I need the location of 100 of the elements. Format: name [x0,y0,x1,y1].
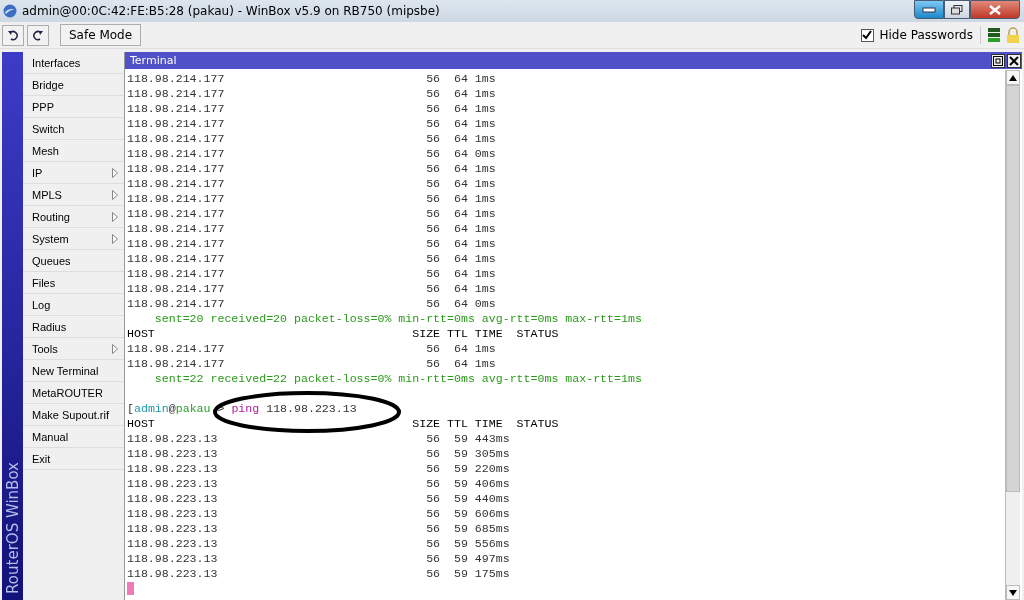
ttl-text: 59 [452,476,468,491]
host-text: 118.98.223.13 [127,476,219,491]
size-text: 56 [425,431,441,446]
column-header: STATUS [516,416,559,431]
scroll-down-icon[interactable] [1009,589,1017,596]
menu-item[interactable]: MPLS [23,184,124,206]
time-text: 497ms [474,551,510,566]
close-button[interactable] [970,0,1020,19]
undo-icon [7,29,19,41]
size-text: 56 [425,491,441,506]
terminal-title: Terminal [130,54,177,67]
host-text: 118.98.214.177 [127,86,226,101]
scroll-up-icon[interactable] [1009,74,1017,81]
host-text: 118.98.214.177 [127,146,226,161]
status-bars-icon [988,28,1000,42]
menu-item[interactable]: Tools [23,338,124,360]
size-text: 56 [425,446,441,461]
time-text: 1ms [474,86,497,101]
ttl-text: 64 [452,161,468,176]
ttl-text: 64 [452,131,468,146]
size-text: 56 [425,476,441,491]
checkbox[interactable] [860,28,874,42]
menu-item[interactable]: Log [23,294,124,316]
menu-item[interactable]: PPP [23,96,124,118]
ping-summary: sent=22 received=22 packet-loss=0% min-rtt=0ms avg-rtt=0ms max-rtt=1ms [154,371,642,386]
time-text: 1ms [474,251,497,266]
menu-item[interactable]: Mesh [23,140,124,162]
time-text: 606ms [474,506,510,521]
time-text: 1ms [474,116,497,131]
menu-item[interactable]: MetaROUTER [23,382,124,404]
host-text: 118.98.214.177 [127,236,226,251]
close-button[interactable] [1007,53,1021,68]
host-text: 118.98.223.13 [127,506,219,521]
time-text: 685ms [474,521,510,536]
restore-icon [951,4,963,15]
host-text: 118.98.214.177 [127,341,226,356]
restore-button[interactable] [991,53,1005,68]
ttl-text: 64 [452,176,468,191]
host-text: 118.98.223.13 [127,491,219,506]
time-text: 1ms [474,341,497,356]
time-text: 556ms [474,536,510,551]
scrollbar[interactable] [1005,70,1020,600]
time-text: 406ms [474,476,510,491]
menu-item[interactable]: Manual [23,426,124,448]
time-text: 1ms [474,131,497,146]
host-text: 118.98.214.177 [127,176,226,191]
menu-item[interactable]: Radius [23,316,124,338]
column-header: TIME [474,416,503,431]
time-text: 0ms [474,146,497,161]
ttl-text: 64 [452,221,468,236]
menu-item[interactable]: Switch [23,118,124,140]
menu-item[interactable]: Exit [23,448,124,470]
size-text: 56 [425,116,441,131]
size-text: 56 [425,86,441,101]
ttl-text: 59 [452,536,468,551]
menu-item[interactable]: Routing [23,206,124,228]
time-text: 1ms [474,221,497,236]
size-text: 56 [425,71,441,86]
time-text: 1ms [474,71,497,86]
redo-button[interactable] [27,24,49,46]
redo-icon [32,29,44,41]
menu-item[interactable]: New Terminal [23,360,124,382]
time-text: 1ms [474,266,497,281]
column-header: TIME [474,326,503,341]
close-icon [989,4,1001,15]
menu-item[interactable]: System [23,228,124,250]
column-header: STATUS [516,326,559,341]
host-text: 118.98.223.13 [127,536,219,551]
safe-mode-button[interactable]: Safe Mode [60,24,142,46]
menu-item[interactable]: Bridge [23,74,124,96]
host-text: 118.98.223.13 [127,446,219,461]
time-text: 443ms [474,431,510,446]
undo-button[interactable] [2,24,24,46]
time-text: 440ms [474,491,510,506]
time-text: 0ms [474,296,497,311]
ttl-text: 64 [452,116,468,131]
menu-item[interactable]: Interfaces [23,52,124,74]
maximize-button[interactable] [944,0,970,19]
menu-item[interactable]: Make Supout.rif [23,404,124,426]
size-text: 56 [425,266,441,281]
time-text: 305ms [474,446,510,461]
ttl-text: 64 [452,71,468,86]
host-text: 118.98.214.177 [127,266,226,281]
size-text: 56 [425,341,441,356]
menu-item[interactable]: Files [23,272,124,294]
menu-item[interactable]: Queues [23,250,124,272]
minimize-button[interactable] [914,0,944,19]
host-text: 118.98.214.177 [127,221,226,236]
menu-item[interactable]: IP [23,162,124,184]
time-text: 1ms [474,176,497,191]
minimize-icon [922,6,936,13]
host-text: 118.98.223.13 [127,431,219,446]
size-text: 56 [425,206,441,221]
size-text: 56 [425,566,441,581]
ttl-text: 59 [452,446,468,461]
size-text: 56 [425,551,441,566]
time-text: 220ms [474,461,510,476]
host-text: 118.98.214.177 [127,251,226,266]
ttl-text: 64 [452,146,468,161]
ttl-text: 64 [452,206,468,221]
